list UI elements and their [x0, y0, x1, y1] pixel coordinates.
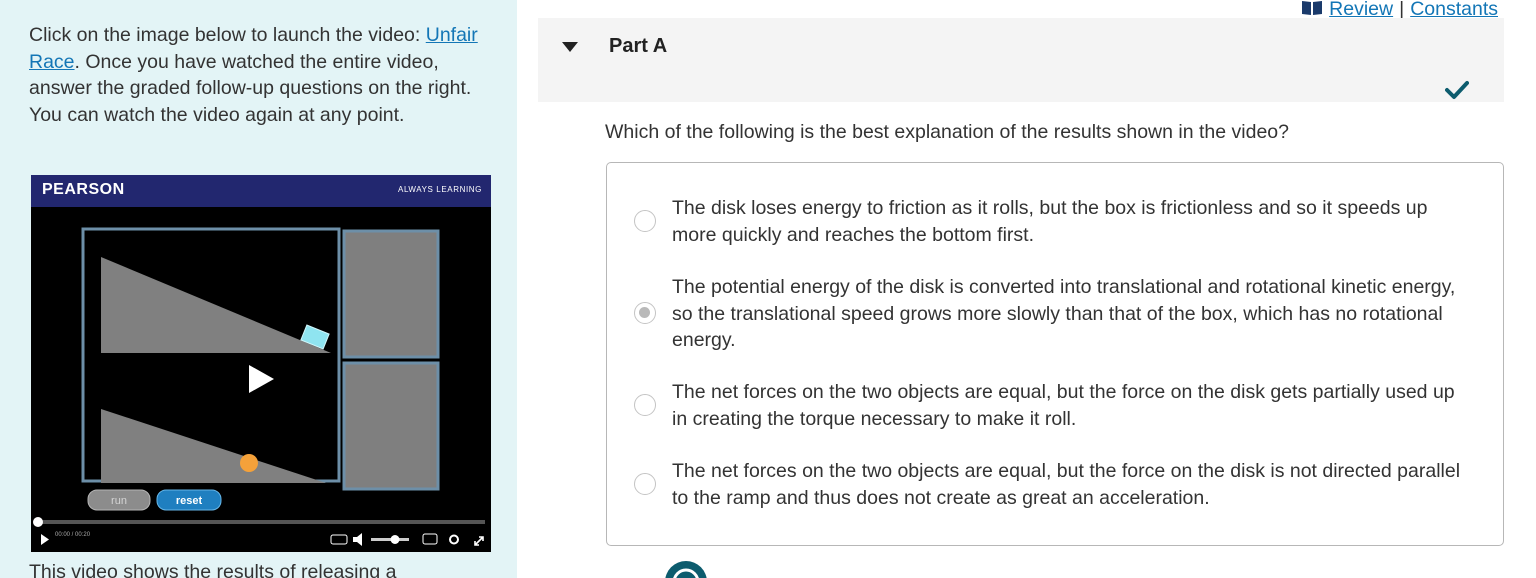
- reset-label: reset: [176, 495, 203, 507]
- question-text: Which of the following is the best expla…: [605, 121, 1289, 143]
- seek-handle: [33, 517, 43, 527]
- pearson-footer-logo: [664, 560, 744, 578]
- video-frame: run reset: [33, 227, 485, 546]
- fullscreen-icon: [474, 536, 484, 546]
- pearson-logo: PEARSON: [42, 181, 125, 198]
- checkmark-icon: [1445, 80, 1469, 105]
- choice-text-2: The potential energy of the disk is conv…: [672, 276, 1456, 351]
- disk-object: [240, 454, 258, 472]
- settings-icon: [449, 534, 459, 545]
- answer-choices: The disk loses energy to friction as it …: [606, 162, 1504, 546]
- review-link[interactable]: Review: [1329, 0, 1393, 20]
- captions-icon: [422, 533, 438, 545]
- play-icon: [249, 365, 274, 393]
- choice-text-1: The disk loses energy to friction as it …: [672, 197, 1428, 246]
- radio-button-2[interactable]: [634, 302, 656, 324]
- volume-handle: [390, 535, 400, 544]
- video-panel: Click on the image below to launch the v…: [0, 0, 517, 578]
- intro-text: Click on the image below to launch the v…: [29, 22, 499, 128]
- subtitles-icon: [330, 534, 348, 545]
- graph-panel-bottom: [342, 361, 440, 491]
- volume-slider: [371, 538, 409, 541]
- radio-button-3[interactable]: [634, 394, 656, 416]
- radio-button-1[interactable]: [634, 210, 656, 232]
- video-player[interactable]: PEARSON ALWAYS LEARNING run reset 00:00 …: [31, 175, 491, 552]
- choice-text-4: The net forces on the two objects are eq…: [672, 460, 1461, 509]
- control-play-icon: [41, 534, 49, 545]
- radio-button-4[interactable]: [634, 473, 656, 495]
- intro-text-start: Click on the image below to launch the v…: [29, 24, 426, 46]
- intro-text-end: . Once you have watched the entire video…: [29, 50, 472, 126]
- video-description: This video shows the results of releasin…: [29, 561, 397, 578]
- run-label: run: [111, 495, 127, 507]
- part-title: Part A: [609, 35, 668, 57]
- always-learning-tagline: ALWAYS LEARNING: [398, 185, 482, 194]
- graph-panel-top: [342, 229, 440, 359]
- part-header[interactable]: Part A: [538, 18, 1504, 102]
- seek-bar: [37, 520, 485, 524]
- video-time: 00:00 / 00:20: [55, 532, 91, 538]
- constants-link[interactable]: Constants: [1410, 0, 1498, 20]
- collapse-caret-icon[interactable]: [562, 42, 578, 52]
- lower-ramp: [101, 409, 326, 483]
- choice-text-3: The net forces on the two objects are eq…: [672, 381, 1455, 430]
- video-header: PEARSON ALWAYS LEARNING: [31, 175, 491, 207]
- header-separator: |: [1399, 0, 1405, 20]
- volume-icon: [353, 533, 362, 546]
- upper-ramp: [101, 257, 331, 353]
